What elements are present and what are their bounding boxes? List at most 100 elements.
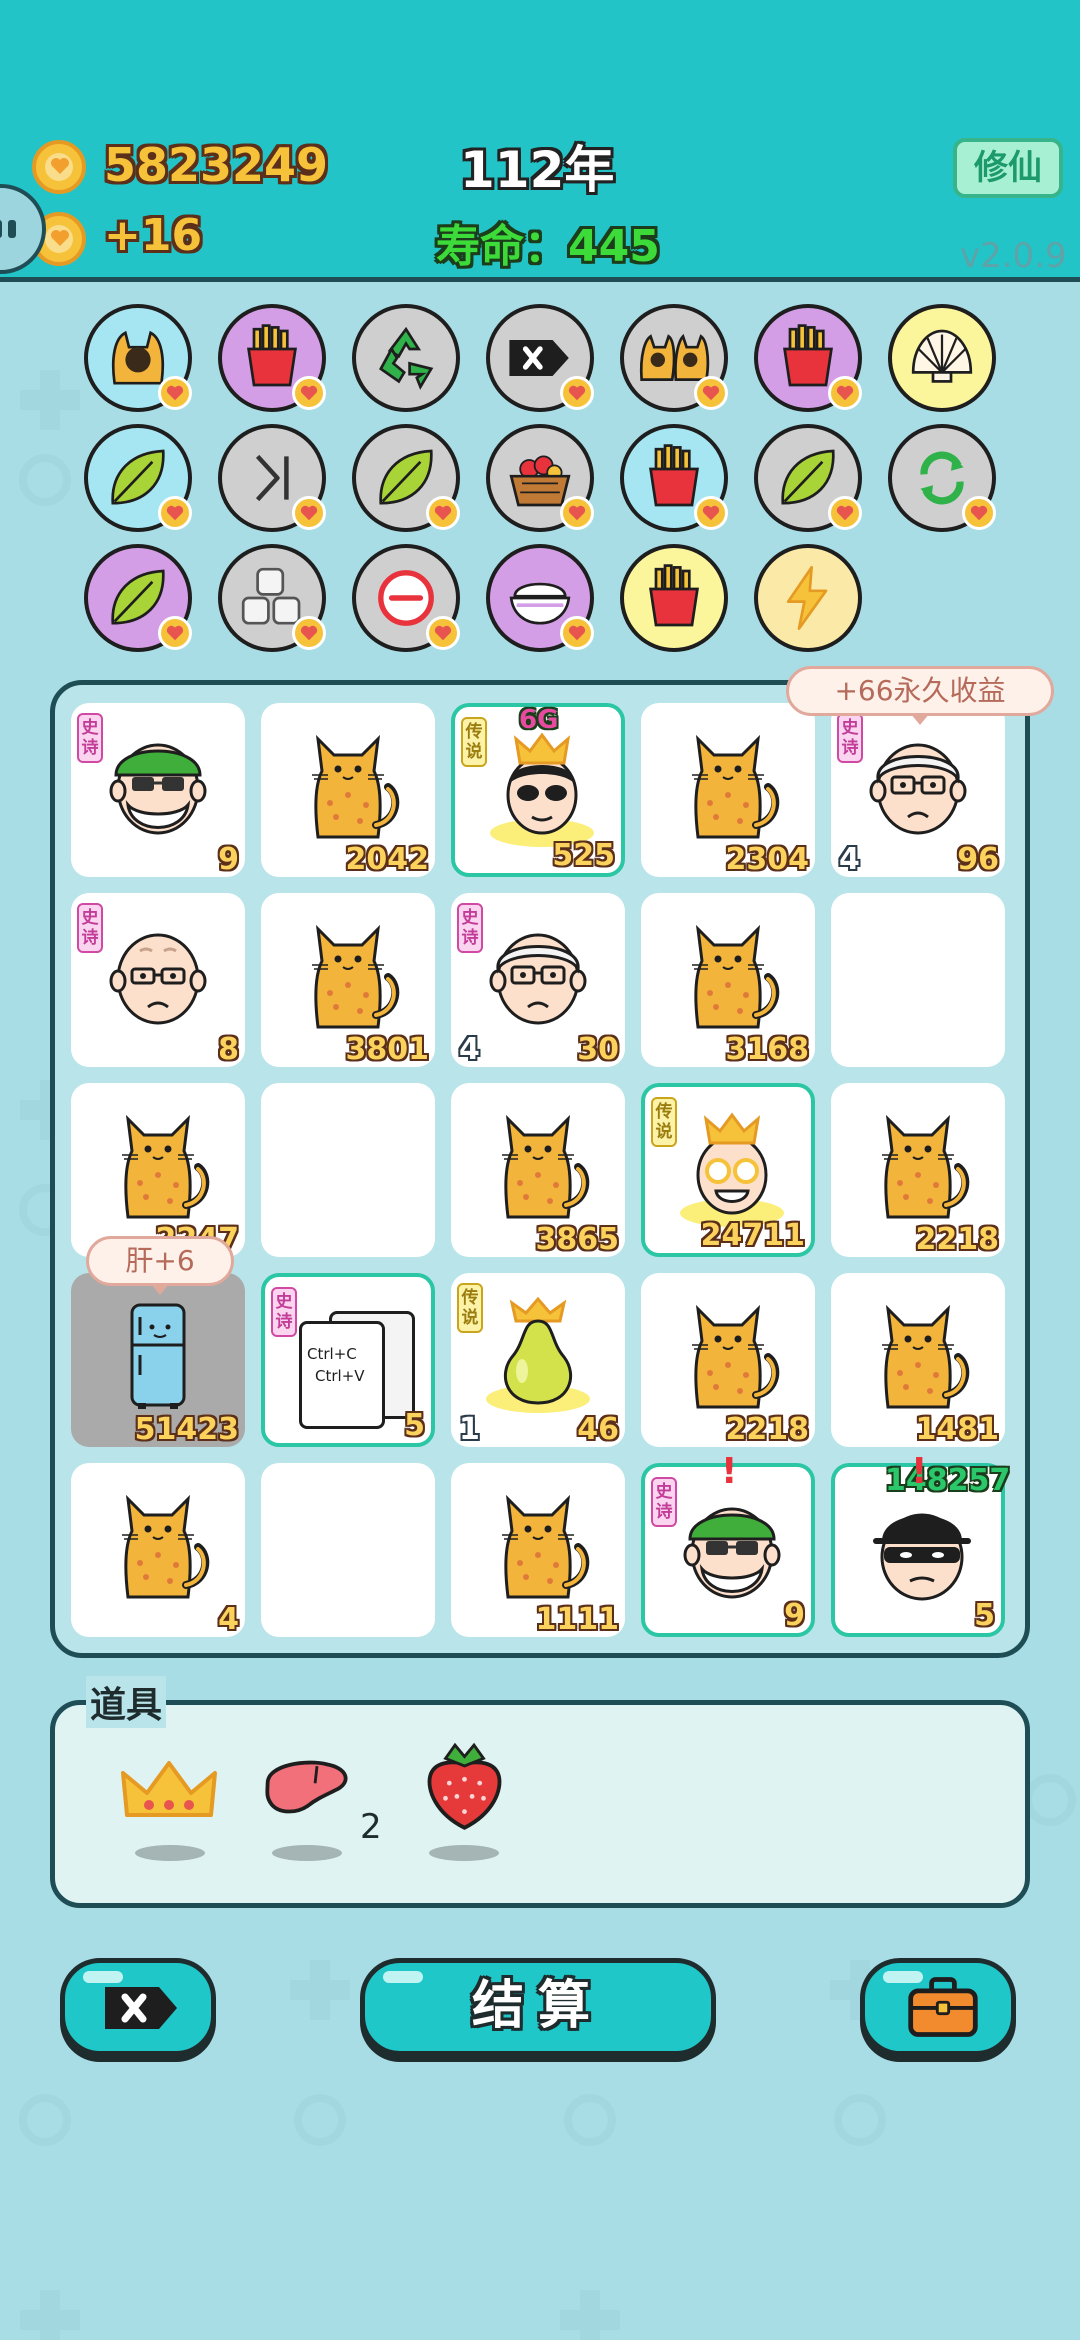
board-cell-cat[interactable]: 2218 (831, 1083, 1005, 1257)
board-cell-fridge[interactable]: 51423 (71, 1273, 245, 1447)
board-cell-cat[interactable]: 2218 (641, 1273, 815, 1447)
skill-slot-18[interactable] (486, 544, 594, 652)
shell-skill-icon (911, 329, 973, 383)
skill-slot-17[interactable] (352, 544, 460, 652)
skill-slot-10[interactable] (352, 424, 460, 532)
skill-slot-9[interactable] (218, 424, 326, 532)
skill-slot-20[interactable] (754, 544, 862, 652)
coin-icon (32, 140, 86, 194)
item-slot-liver[interactable]: 2 (260, 1745, 390, 1865)
coin-balance: 5823249 (104, 138, 329, 192)
board-cell-king-gold-glasses[interactable]: 传说 24711 (641, 1083, 815, 1257)
skill-slot-13[interactable] (754, 424, 862, 532)
rarity-tag: 史诗 (271, 1287, 297, 1337)
board-cell-cat[interactable]: 1111 (451, 1463, 625, 1637)
items-title: 道具 (86, 1676, 167, 1728)
board-cell-empty[interactable] (261, 1463, 435, 1637)
cell-value: 96 (957, 842, 999, 877)
skill-slot-4[interactable] (486, 304, 594, 412)
skill-slot-19[interactable] (620, 544, 728, 652)
cell-value: 525 (552, 838, 615, 873)
board-cell-cat[interactable]: 2304 (641, 703, 815, 877)
side-menu-tab[interactable] (0, 184, 46, 274)
cell-level: 1 (459, 1412, 480, 1447)
board-cell-king-sunglasses[interactable]: 传说 525 6G (451, 703, 625, 877)
rarity-tag: 史诗 (77, 903, 103, 953)
board-cell-cat[interactable]: 3168 (641, 893, 815, 1067)
board-cell-green-hat-old-man[interactable]: 史诗 9! (641, 1451, 815, 1637)
cat-icon (122, 1494, 210, 1599)
cell-level: 4 (459, 1032, 480, 1067)
discard-button[interactable] (60, 1958, 216, 2056)
heart-badge-icon (694, 496, 728, 530)
board-cell-cat[interactable]: 4 (71, 1463, 245, 1637)
skill-slot-11[interactable] (486, 424, 594, 532)
king-character-icon (490, 732, 594, 847)
rarity-tag: 传说 (457, 1283, 483, 1333)
ctrl-v-label: Ctrl+V (315, 1367, 365, 1385)
cell-value: 51423 (134, 1412, 239, 1447)
board-cell-white-hair-old-man[interactable]: 史诗 30 4 (451, 893, 625, 1067)
cat-icon (312, 734, 400, 839)
ctrl-c-label: Ctrl+C (307, 1345, 357, 1363)
skill-slot-6[interactable] (754, 304, 862, 412)
heart-badge-icon (158, 616, 192, 650)
skill-slot-12[interactable] (620, 424, 728, 532)
rarity-tag: 史诗 (651, 1477, 677, 1527)
board-cell-cat[interactable]: 3865 (451, 1083, 625, 1257)
cell-value: 3168 (725, 1032, 810, 1067)
cell-value: 24711 (700, 1218, 805, 1253)
character-icon (683, 1507, 781, 1599)
skill-slot-14[interactable] (888, 424, 996, 532)
rarity-tag: 史诗 (837, 713, 863, 763)
cultivate-button[interactable]: 修仙 (953, 138, 1063, 198)
cell-value: 2304 (725, 842, 810, 877)
skill-slot-2[interactable] (218, 304, 326, 412)
item-slot-crown[interactable] (115, 1745, 225, 1865)
cat-icon (502, 1494, 590, 1599)
heart-badge-icon (158, 496, 192, 530)
heart-badge-icon (560, 376, 594, 410)
cell-value: 1481 (915, 1412, 1000, 1447)
settle-button[interactable]: 结算 (360, 1958, 716, 2056)
top-status-bar: 5823249 +16 112年 寿命：445 修仙 v2.0.9 (0, 0, 1080, 282)
cell-level: 4 (839, 842, 860, 877)
board-cell-ctrl-cv[interactable]: Ctrl+C Ctrl+V 史诗 5 (261, 1273, 435, 1447)
cat-icon (692, 734, 780, 839)
board-cell-green-hat-old-man[interactable]: 史诗 9 (71, 703, 245, 877)
skill-slot-5[interactable] (620, 304, 728, 412)
character-icon (489, 933, 587, 1025)
board-cell-white-hair-old-man[interactable]: 史诗 96 4 (831, 703, 1005, 877)
pear-icon (486, 1296, 590, 1413)
board-cell-cat[interactable]: 2247 (71, 1083, 245, 1257)
heart-badge-icon (828, 496, 862, 530)
board-cell-bald-old-man[interactable]: 史诗 8 (71, 893, 245, 1067)
briefcase-button[interactable] (860, 1958, 1016, 2056)
cat-icon (882, 1304, 970, 1409)
skill-slot-8[interactable] (84, 424, 192, 532)
heart-badge-icon (292, 376, 326, 410)
cell-value: 5 (404, 1408, 425, 1443)
skill-slot-3[interactable] (352, 304, 460, 412)
rarity-tag: 传说 (461, 717, 487, 767)
cell-value: 30 (577, 1032, 619, 1067)
strawberry-item-icon (427, 1742, 502, 1830)
heart-badge-icon (158, 376, 192, 410)
cell-top-label: 148257 (885, 1463, 1011, 1498)
board-cell-empty[interactable] (831, 893, 1005, 1067)
board-cell-cat[interactable]: 3801 (261, 893, 435, 1067)
skill-slot-15[interactable] (84, 544, 192, 652)
board-cell-cat[interactable]: 2042 (261, 703, 435, 877)
item-slot-strawberry[interactable] (415, 1735, 525, 1865)
copy-paste-icon: Ctrl+C Ctrl+V (293, 1305, 415, 1429)
board-cell-pear[interactable]: 传说 46 1 (451, 1273, 625, 1447)
skill-slot-1[interactable] (84, 304, 192, 412)
coin-rate: +16 (104, 210, 203, 261)
lifespan-counter: 寿命：445 (436, 221, 660, 272)
cat-icon (692, 1304, 780, 1409)
board-cell-cat[interactable]: 1481 (831, 1273, 1005, 1447)
board-cell-thief[interactable]: 5 148257! (831, 1451, 1010, 1637)
skill-slot-7[interactable] (888, 304, 996, 412)
board-cell-empty[interactable] (261, 1083, 435, 1257)
skill-slot-16[interactable] (218, 544, 326, 652)
